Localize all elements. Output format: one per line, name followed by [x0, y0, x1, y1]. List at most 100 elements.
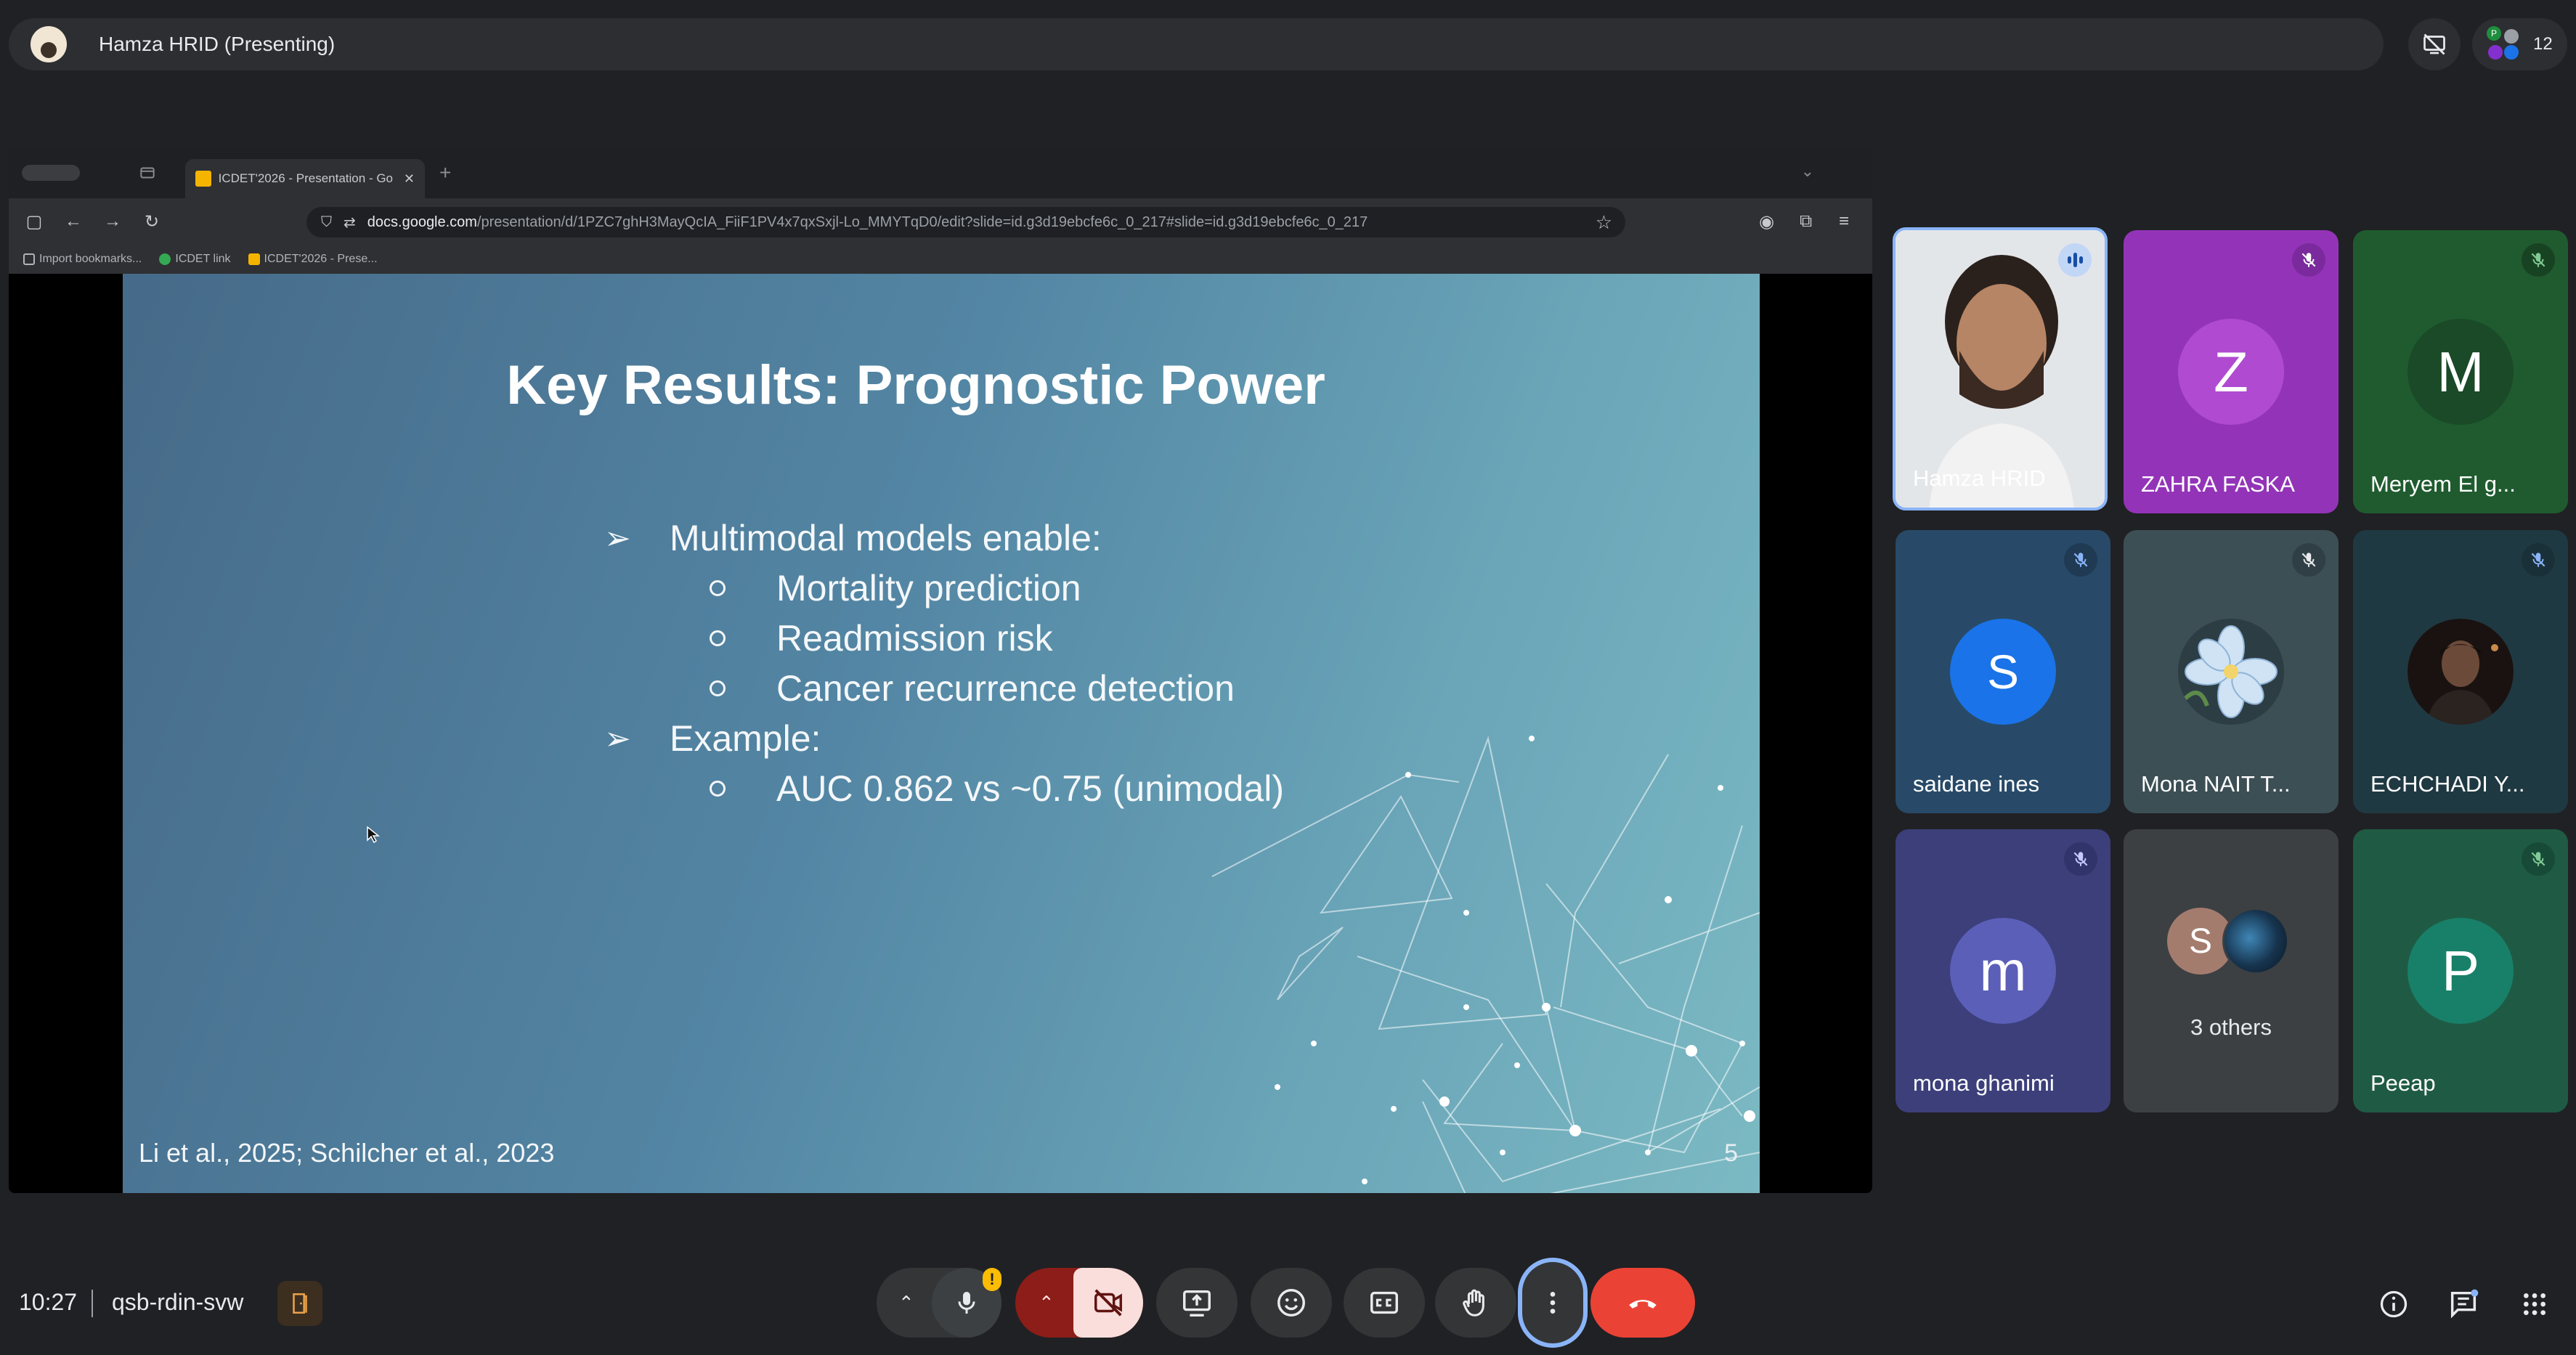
meeting-time: 10:27 — [19, 1289, 78, 1315]
browser-tab[interactable]: ICDET'2026 - Presentation - Go ✕ — [185, 159, 425, 198]
participant-avatar: P — [2408, 918, 2514, 1024]
present-button[interactable] — [1156, 1268, 1238, 1338]
participant-tile-mona-ghanimi[interactable]: m mona ghanimi — [1896, 829, 2110, 1112]
camera-control-group: ⌃ — [1015, 1268, 1143, 1338]
hang-up-icon — [1629, 1300, 1657, 1309]
arrow-bullet-icon: ➢ — [604, 720, 631, 757]
menu-icon[interactable]: ≡ — [1839, 211, 1849, 232]
browser-tab-strip: ICDET'2026 - Presentation - Go ✕ + ⌄ — [9, 147, 1872, 198]
tab-search-icon[interactable] — [138, 163, 157, 182]
bookmark-icdet-link[interactable]: ICDET link — [159, 253, 231, 266]
slide-bullet: ➢ Example: — [604, 718, 821, 759]
participant-tile-hamza[interactable]: Hamza HRID — [1893, 227, 2108, 510]
presenting-banner: Hamza HRID (Presenting) — [9, 18, 2384, 70]
slide-sub-bullet: Readmission risk — [710, 617, 1053, 659]
forward-icon[interactable]: → — [93, 211, 132, 232]
info-icon — [2380, 1290, 2408, 1318]
more-vert-icon — [1550, 1292, 1556, 1314]
participant-tile-zahra[interactable]: Z ZAHRA FASKA — [2124, 230, 2339, 513]
mouse-cursor-icon — [367, 826, 381, 844]
participants-button[interactable]: P 12 — [2472, 18, 2567, 70]
bookmarks-bar: Import bookmarks... ICDET link ICDET'202… — [9, 245, 1872, 274]
sidebar-icon[interactable]: ▢ — [15, 211, 54, 232]
presentation-slide: Key Results: Prognostic Power ➢ Multimod… — [123, 274, 1760, 1193]
emoji-icon — [1277, 1289, 1305, 1317]
arrow-bullet-icon: ➢ — [604, 520, 631, 556]
mic-off-icon — [2064, 543, 2097, 577]
meeting-code[interactable]: qsb-rdin-svw — [112, 1289, 243, 1316]
chat-icon — [2450, 1289, 2479, 1319]
mic-off-icon — [2522, 243, 2555, 277]
captions-button[interactable] — [1344, 1268, 1425, 1338]
participant-tile-peeap[interactable]: P Peeap — [2353, 829, 2568, 1112]
slide-sub-bullet: AUC 0.862 vs ~0.75 (unimodal) — [710, 768, 1284, 810]
participant-count: 12 — [2533, 34, 2553, 54]
audio-settings-chevron-icon[interactable]: ⌃ — [898, 1292, 914, 1314]
mic-off-icon — [2292, 243, 2325, 277]
circle-bullet-icon — [710, 580, 726, 596]
chat-button[interactable] — [2443, 1284, 2484, 1325]
door-icon[interactable] — [277, 1281, 322, 1326]
tab-groups-pill[interactable] — [22, 165, 80, 181]
shield-icon: ⛉ — [321, 213, 332, 230]
participant-name: ZAHRA FASKA — [2141, 471, 2295, 497]
divider — [92, 1290, 93, 1317]
site-settings-icon[interactable]: ⇄ — [344, 213, 356, 232]
back-icon[interactable]: ← — [54, 211, 93, 232]
participant-name: Hamza HRID — [1913, 465, 2046, 491]
participant-avatar: S — [1950, 619, 2056, 725]
camera-button[interactable] — [1073, 1268, 1143, 1338]
photo-avatar-icon — [2222, 908, 2289, 974]
mic-icon — [958, 1292, 975, 1314]
activities-button[interactable] — [2514, 1284, 2555, 1325]
participant-dots-icon: P — [2487, 26, 2523, 62]
meeting-details-button[interactable] — [2373, 1284, 2414, 1325]
speaking-indicator-icon — [2058, 243, 2092, 277]
presenter-avatar — [31, 26, 67, 62]
bookmark-icdet-presentation[interactable]: ICDET'2026 - Prese... — [248, 253, 378, 266]
reload-icon[interactable]: ↻ — [132, 211, 171, 232]
participant-tile-mona-nait[interactable]: Mona NAIT T... — [2124, 530, 2339, 813]
slide-citation: Li et al., 2025; Schilcher et al., 2023 — [139, 1138, 555, 1168]
participant-name: saidane ines — [1913, 771, 2040, 797]
raise-hand-button[interactable] — [1435, 1268, 1516, 1338]
new-tab-icon[interactable]: + — [439, 161, 451, 184]
slide-page-number: 5 — [1724, 1139, 1738, 1167]
mic-control-group: ⌃ ! — [877, 1268, 1001, 1338]
slide-bullet: ➢ Multimodal models enable: — [604, 518, 1102, 558]
participant-tile-echchadi[interactable]: ECHCHADI Y... — [2353, 530, 2568, 813]
extensions-icon[interactable]: ⧉ — [1800, 211, 1812, 232]
bookmark-import[interactable]: Import bookmarks... — [23, 253, 142, 266]
account-icon[interactable]: ◉ — [1759, 211, 1774, 232]
slide-title: Key Results: Prognostic Power — [506, 354, 1325, 416]
leave-call-button[interactable] — [1590, 1268, 1695, 1338]
participant-avatar: m — [1950, 918, 2056, 1024]
more-options-button[interactable] — [1518, 1258, 1588, 1348]
participant-tile-meryem[interactable]: M Meryem El g... — [2353, 230, 2568, 513]
mic-warning-badge: ! — [983, 1268, 1001, 1291]
address-bar[interactable]: ⛉ ⇄ docs.google.com/presentation/d/1PZC7… — [306, 207, 1625, 237]
participant-name: Meryem El g... — [2370, 471, 2516, 497]
hand-icon — [1463, 1289, 1484, 1317]
circle-bullet-icon — [710, 680, 726, 696]
participant-name: Peeap — [2370, 1070, 2436, 1096]
reactions-button[interactable] — [1251, 1268, 1332, 1338]
mic-off-icon — [2522, 842, 2555, 876]
mic-off-icon — [2292, 543, 2325, 577]
mic-off-icon — [2522, 543, 2555, 577]
tab-list-chevron-icon[interactable]: ⌄ — [1801, 162, 1814, 181]
video-settings-chevron-icon[interactable]: ⌃ — [1039, 1292, 1055, 1314]
slides-favicon-icon — [195, 171, 211, 187]
participant-avatar: M — [2408, 319, 2514, 425]
participant-tile-saidane[interactable]: S saidane ines — [1896, 530, 2110, 813]
others-label: 3 others — [2190, 1014, 2272, 1040]
closed-captions-icon — [1370, 1291, 1398, 1314]
present-screen-icon — [1183, 1290, 1211, 1317]
bookmark-star-icon[interactable]: ☆ — [1596, 211, 1612, 234]
participant-tile-others[interactable]: S 3 others — [2124, 829, 2339, 1112]
hide-self-view-button[interactable] — [2408, 18, 2461, 70]
photo-avatar-icon — [2408, 619, 2514, 725]
flower-avatar-icon — [2178, 619, 2284, 725]
close-tab-icon[interactable]: ✕ — [404, 171, 415, 187]
screen-share-off-icon — [2423, 33, 2445, 55]
